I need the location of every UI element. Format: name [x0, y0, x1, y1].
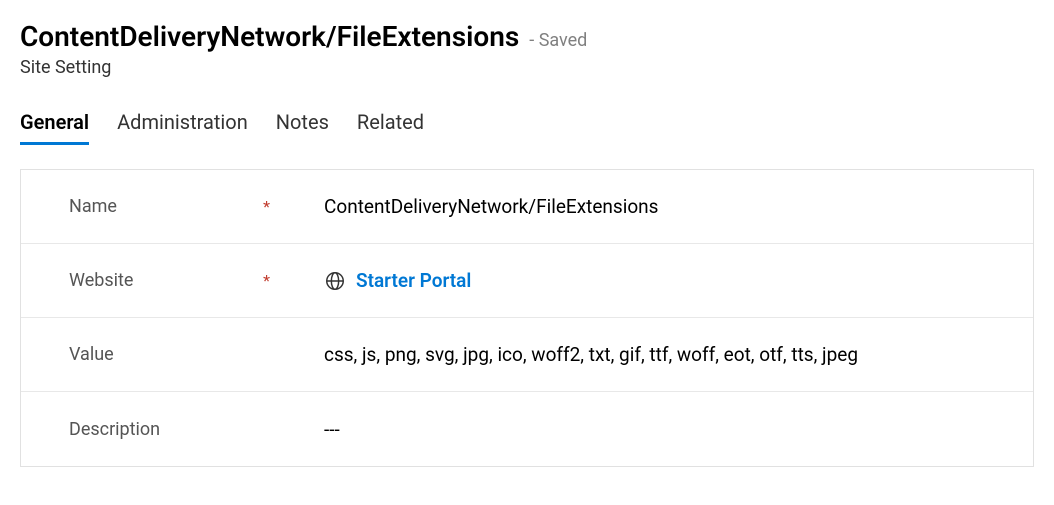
field-value-text: css, js, png, svg, jpg, ico, woff2, txt,…: [324, 343, 858, 366]
globe-icon: [324, 270, 346, 292]
label-text: Value: [69, 344, 114, 365]
value-field[interactable]: css, js, png, svg, jpg, ico, woff2, txt,…: [276, 343, 1033, 366]
field-label-value: Value: [21, 344, 276, 365]
form-panel: Name * ContentDeliveryNetwork/FileExtens…: [20, 169, 1034, 467]
tab-administration[interactable]: Administration: [117, 110, 248, 145]
field-label-website: Website *: [21, 270, 276, 291]
tab-general[interactable]: General: [20, 110, 89, 145]
field-label-name: Name *: [21, 196, 276, 217]
field-value-text: ---: [324, 418, 340, 441]
required-star-icon: *: [263, 197, 270, 216]
label-text: Description: [69, 419, 160, 440]
field-row-value: Value css, js, png, svg, jpg, ico, woff2…: [21, 318, 1033, 392]
website-field[interactable]: Starter Portal: [276, 269, 1033, 292]
page-subtitle: Site Setting: [20, 57, 1034, 78]
field-row-website: Website * Starter Portal: [21, 244, 1033, 318]
status-badge: - Saved: [529, 30, 587, 51]
tab-notes[interactable]: Notes: [276, 110, 329, 145]
page-title: ContentDeliveryNetwork/FileExtensions: [20, 20, 519, 53]
required-star-icon: *: [263, 271, 270, 290]
tab-related[interactable]: Related: [357, 110, 424, 145]
field-label-description: Description: [21, 419, 276, 440]
page-header: ContentDeliveryNetwork/FileExtensions - …: [20, 20, 1034, 145]
website-link[interactable]: Starter Portal: [356, 269, 471, 292]
name-field[interactable]: ContentDeliveryNetwork/FileExtensions: [276, 195, 1033, 218]
field-row-description: Description ---: [21, 392, 1033, 466]
tab-bar: General Administration Notes Related: [20, 110, 1034, 145]
description-field[interactable]: ---: [276, 418, 1033, 441]
label-text: Name: [69, 196, 117, 217]
field-row-name: Name * ContentDeliveryNetwork/FileExtens…: [21, 170, 1033, 244]
field-value-text: ContentDeliveryNetwork/FileExtensions: [324, 195, 659, 218]
label-text: Website: [69, 270, 133, 291]
title-row: ContentDeliveryNetwork/FileExtensions - …: [20, 20, 1034, 53]
